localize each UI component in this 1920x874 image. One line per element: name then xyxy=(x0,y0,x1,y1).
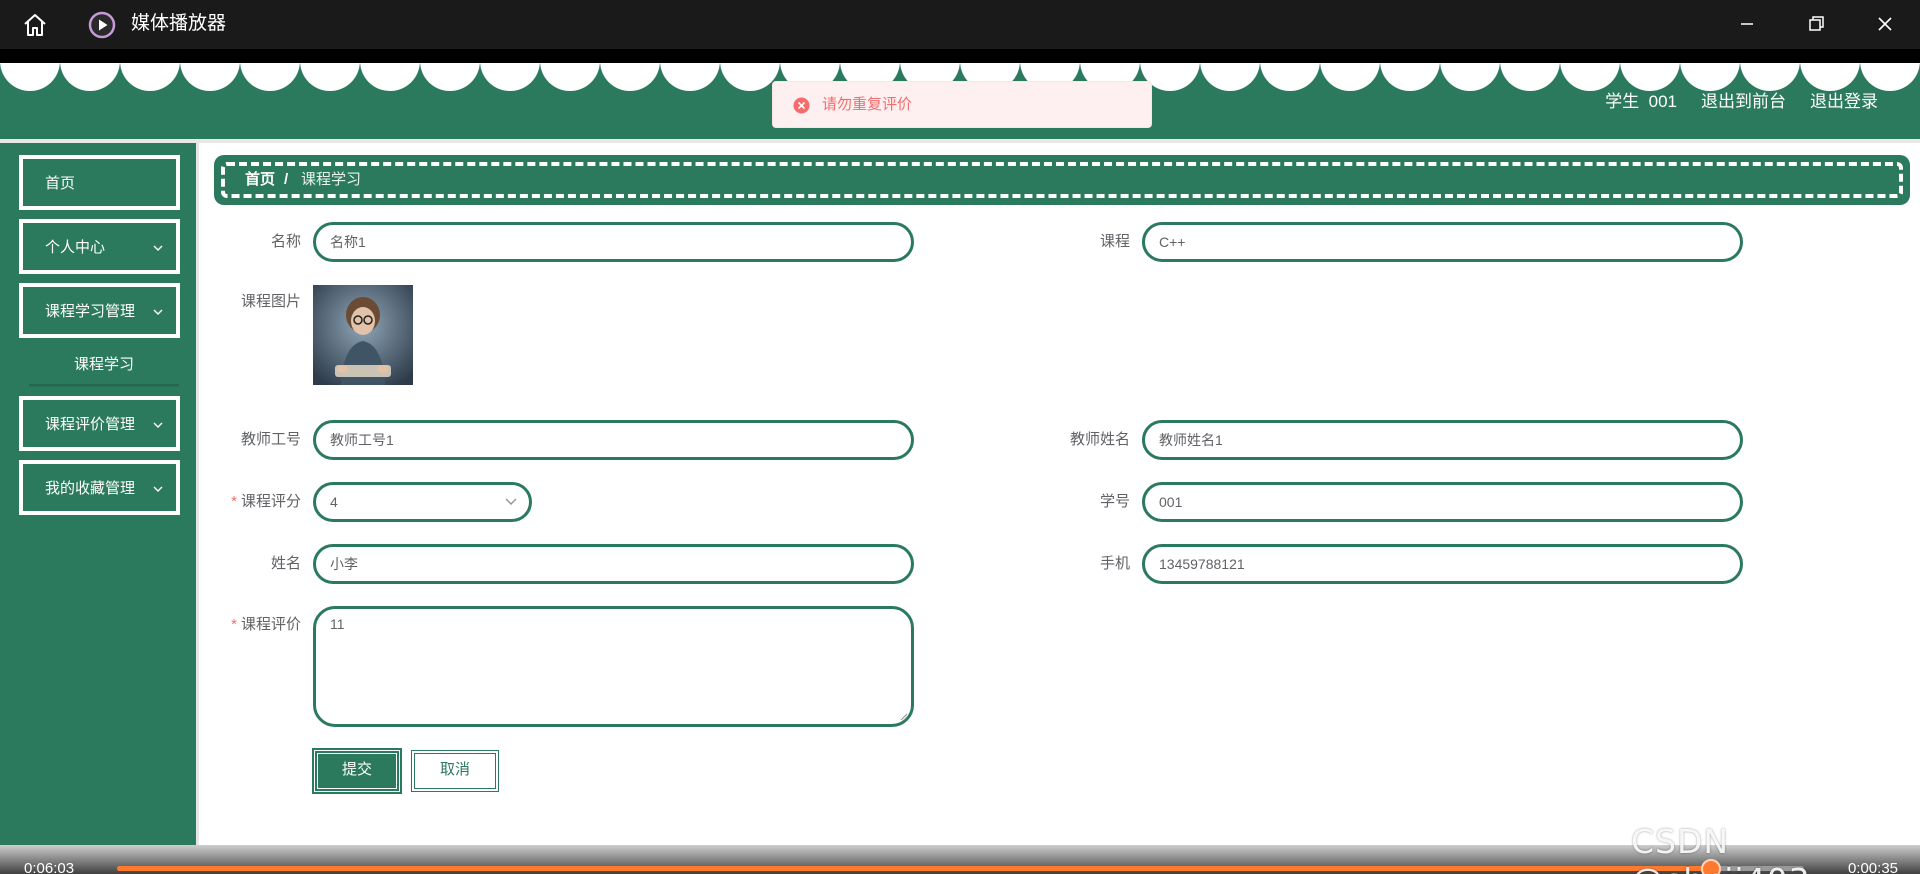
sidebar-subitem-course-study[interactable]: 课程学习 xyxy=(29,344,179,386)
student-id-field[interactable]: 001 xyxy=(1142,482,1743,522)
user-role: 学生 xyxy=(1605,92,1640,111)
course-label: 课程 xyxy=(1099,233,1130,250)
scallop xyxy=(420,63,480,91)
scallop xyxy=(1440,63,1500,91)
student-id-label: 学号 xyxy=(1099,493,1130,510)
phone-label: 手机 xyxy=(1099,555,1130,572)
scallop xyxy=(1320,63,1380,91)
seek-bar-progress xyxy=(117,866,1712,871)
toast-message: 请勿重复评价 xyxy=(822,96,913,113)
scallop xyxy=(360,63,420,91)
scallop xyxy=(1560,63,1620,91)
scallop xyxy=(1800,63,1860,91)
name-field[interactable]: 名称1 xyxy=(313,222,914,262)
course-image-photo xyxy=(313,285,413,385)
cancel-button[interactable]: 取消 xyxy=(411,750,499,792)
sidebar-item-label: 个人中心 xyxy=(45,239,106,256)
teacher-name-field[interactable]: 教师姓名1 xyxy=(1142,420,1743,460)
sidebar-item-home[interactable]: 首页 xyxy=(19,155,180,210)
scallop xyxy=(720,63,780,91)
rating-label-text: 课程评分 xyxy=(240,493,301,510)
scallop xyxy=(1380,63,1440,91)
sidebar-item-label: 首页 xyxy=(45,175,76,192)
sidebar-item-label: 课程学习管理 xyxy=(45,303,136,320)
watermark: CSDN @shcji403 xyxy=(1631,822,1810,874)
chevron-down-icon xyxy=(153,486,163,492)
error-circle-icon xyxy=(793,97,810,114)
rating-label: * 课程评分 xyxy=(211,492,301,512)
close-icon[interactable] xyxy=(1870,10,1900,38)
sidebar-item-label: 我的收藏管理 xyxy=(45,480,136,497)
chevron-down-icon xyxy=(505,498,517,505)
scallop xyxy=(60,63,120,91)
teacher-name-label: 教师姓名 xyxy=(1069,431,1130,448)
submit-button[interactable]: 提交 xyxy=(312,748,402,794)
rating-value: 4 xyxy=(330,494,338,510)
scallop xyxy=(660,63,720,91)
media-player-icon xyxy=(88,11,116,39)
breadcrumb-current: 课程学习 xyxy=(301,171,362,188)
sidebar-item-label: 课程评价管理 xyxy=(45,416,136,433)
required-mark: * xyxy=(231,616,237,633)
rating-select[interactable]: 4 xyxy=(313,482,532,522)
scallop xyxy=(1260,63,1320,91)
student-name-field[interactable]: 小李 xyxy=(313,544,914,584)
minimize-icon[interactable] xyxy=(1732,10,1762,38)
error-toast: 请勿重复评价 xyxy=(772,81,1152,128)
header-divider xyxy=(0,139,1920,143)
user-id: 001 xyxy=(1648,92,1677,111)
scallop xyxy=(120,63,180,91)
resize-grip-icon[interactable] xyxy=(899,712,908,721)
title-bar-divider xyxy=(0,49,1920,63)
app-title: 媒体播放器 xyxy=(131,13,227,34)
teacher-id-label: 教师工号 xyxy=(240,431,301,448)
chevron-down-icon xyxy=(153,422,163,428)
exit-to-front-link[interactable]: 退出到前台 xyxy=(1701,90,1786,114)
scallop xyxy=(600,63,660,91)
course-image-label: 课程图片 xyxy=(240,293,301,310)
required-mark: * xyxy=(231,493,237,510)
course-image[interactable] xyxy=(313,285,413,385)
scallop xyxy=(180,63,240,91)
breadcrumb-separator: / xyxy=(284,171,289,188)
sidebar-item-course-review-management[interactable]: 课程评价管理 xyxy=(19,396,180,451)
current-user: 学生 001 xyxy=(1605,90,1677,114)
scallop xyxy=(540,63,600,91)
scallop xyxy=(480,63,540,91)
sidebar-item-course-study-management[interactable]: 课程学习管理 xyxy=(19,283,180,338)
course-field[interactable]: C++ xyxy=(1142,222,1743,262)
chevron-down-icon xyxy=(153,309,163,315)
seek-bar[interactable] xyxy=(117,859,1804,874)
scallop xyxy=(300,63,360,91)
sidebar-item-personal-center[interactable]: 个人中心 xyxy=(19,219,180,274)
scallop xyxy=(1620,63,1680,91)
scallop xyxy=(1740,63,1800,91)
scallop xyxy=(240,63,300,91)
scallop xyxy=(1860,63,1920,91)
review-text: 11 xyxy=(330,616,345,632)
breadcrumb: 首页 / 课程学习 xyxy=(214,155,1910,205)
scallop xyxy=(1680,63,1740,91)
phone-field[interactable]: 13459788121 xyxy=(1142,544,1743,584)
scallop xyxy=(1500,63,1560,91)
home-icon[interactable] xyxy=(22,12,48,38)
sidebar-item-favorites-management[interactable]: 我的收藏管理 xyxy=(19,460,180,515)
logout-link[interactable]: 退出登录 xyxy=(1810,90,1878,114)
review-label: * 课程评价 xyxy=(211,615,301,635)
breadcrumb-home[interactable]: 首页 xyxy=(245,170,275,190)
title-bar: 媒体播放器 xyxy=(0,0,1920,49)
student-name-label: 姓名 xyxy=(270,555,301,572)
review-textarea[interactable]: 11 xyxy=(313,606,914,727)
name-label: 名称 xyxy=(270,233,301,250)
review-label-text: 课程评价 xyxy=(240,616,301,633)
breadcrumb-dashed-frame xyxy=(221,162,1903,198)
scallop xyxy=(0,63,60,91)
sidebar-divider xyxy=(196,143,199,845)
scallop xyxy=(1200,63,1260,91)
teacher-id-field[interactable]: 教师工号1 xyxy=(313,420,914,460)
restore-icon[interactable] xyxy=(1801,10,1831,38)
elapsed-time: 0:06:03 xyxy=(24,860,75,874)
chevron-down-icon xyxy=(153,245,163,251)
